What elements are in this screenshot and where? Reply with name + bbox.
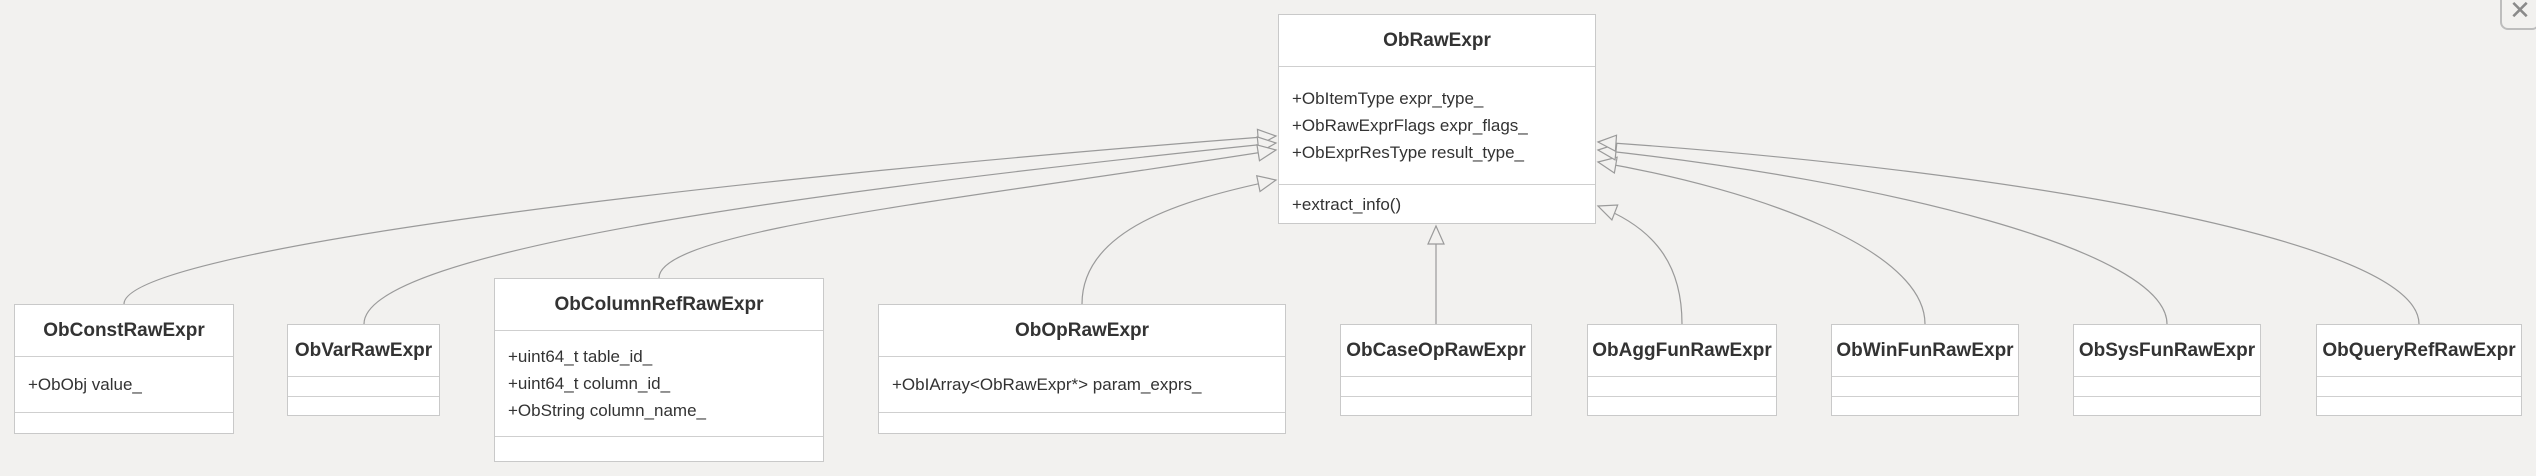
class-obconstrawexpr: ObConstRawExpr +ObObj value_: [14, 304, 234, 434]
methods-section: [495, 437, 823, 461]
attribute: +ObIArray<ObRawExpr*> param_exprs_: [892, 375, 1202, 394]
class-obqueryrefrawexpr: ObQueryRefRawExpr: [2316, 324, 2522, 416]
class-name: ObSysFunRawExpr: [2074, 325, 2260, 377]
uml-class-diagram: ObRawExpr +ObItemType expr_type_ +ObRawE…: [0, 0, 2536, 476]
attributes-section: +ObObj value_: [15, 357, 233, 413]
class-oboprawexpr: ObOpRawExpr +ObIArray<ObRawExpr*> param_…: [878, 304, 1286, 434]
inheritance-edge-c2: [658, 149, 1277, 279]
class-name: ObOpRawExpr: [879, 305, 1285, 357]
inheritance-arrowhead-c5: [1596, 204, 1619, 222]
close-icon[interactable]: ✕: [2500, 0, 2536, 30]
methods-section: [15, 413, 233, 433]
class-name: ObVarRawExpr: [288, 325, 439, 377]
class-name: ObAggFunRawExpr: [1588, 325, 1776, 377]
class-obcaseoprawexpr: ObCaseOpRawExpr: [1340, 324, 1532, 416]
inheritance-edge-c8: [1597, 141, 2420, 325]
attribute: +ObItemType expr_type_: [1292, 89, 1484, 108]
inheritance-edge-c3: [1081, 179, 1277, 305]
class-obsysfunrawexpr: ObSysFunRawExpr: [2073, 324, 2261, 416]
class-obcolumnrefrawexpr: ObColumnRefRawExpr +uint64_t table_id_ +…: [494, 278, 824, 462]
methods-section: [1832, 397, 2018, 415]
class-name: ObWinFunRawExpr: [1832, 325, 2018, 377]
class-obwinfunrawexpr: ObWinFunRawExpr: [1831, 324, 2019, 416]
inheritance-arrowhead-c3: [1255, 175, 1278, 193]
attributes-section: [2074, 377, 2260, 397]
class-obrawexpr: ObRawExpr +ObItemType expr_type_ +ObRawE…: [1278, 14, 1596, 224]
class-name: ObQueryRefRawExpr: [2317, 325, 2521, 377]
class-obvarrawexpr: ObVarRawExpr: [287, 324, 440, 416]
method: +extract_info(): [1292, 194, 1402, 214]
methods-section: [879, 413, 1285, 433]
attributes-section: [1341, 377, 1531, 397]
class-name: ObConstRawExpr: [15, 305, 233, 357]
attribute: +uint64_t table_id_: [508, 347, 653, 366]
attributes-section: [2317, 377, 2521, 397]
attribute: +ObExprResType result_type_: [1292, 143, 1524, 162]
attribute: +uint64_t column_id_: [508, 374, 671, 393]
attributes-section: [1832, 377, 2018, 397]
methods-section: [2317, 397, 2521, 415]
attributes-section: +ObIArray<ObRawExpr*> param_exprs_: [879, 357, 1285, 413]
attributes-section: [288, 377, 439, 397]
inheritance-edge-c6: [1597, 161, 1926, 325]
methods-section: [2074, 397, 2260, 415]
attribute: +ObObj value_: [28, 375, 142, 394]
attribute: +ObString column_name_: [508, 401, 706, 420]
methods-section: [288, 397, 439, 415]
attributes-section: [1588, 377, 1776, 397]
methods-section: [1341, 397, 1531, 415]
class-obaggfunrawexpr: ObAggFunRawExpr: [1587, 324, 1777, 416]
attributes-section: +ObItemType expr_type_ +ObRawExprFlags e…: [1279, 67, 1595, 185]
inheritance-arrowhead-c4: [1427, 224, 1445, 245]
inheritance-edge-c5: [1597, 205, 1683, 325]
class-name: ObColumnRefRawExpr: [495, 279, 823, 331]
methods-section: [1588, 397, 1776, 415]
inheritance-edge-c7: [1597, 149, 2168, 325]
class-name: ObCaseOpRawExpr: [1341, 325, 1531, 377]
methods-section: +extract_info(): [1279, 185, 1595, 223]
inheritance-arrowhead-c2: [1256, 144, 1278, 162]
attribute: +ObRawExprFlags expr_flags_: [1292, 116, 1528, 135]
class-name: ObRawExpr: [1279, 15, 1595, 67]
attributes-section: +uint64_t table_id_ +uint64_t column_id_…: [495, 331, 823, 437]
